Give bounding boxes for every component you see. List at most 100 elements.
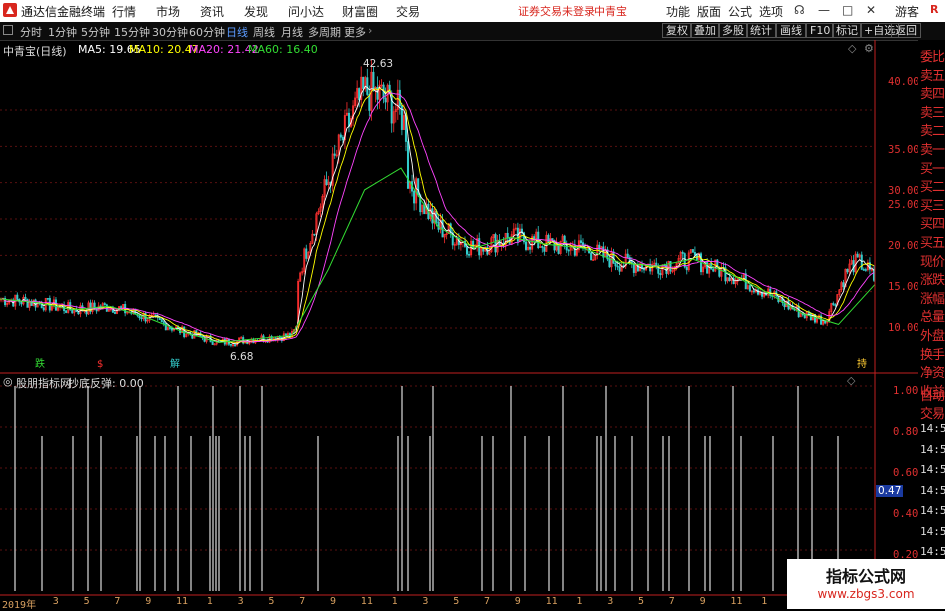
quote-field-label: 卖三 — [920, 105, 945, 121]
tick-time: 14:56 — [920, 545, 945, 558]
candle — [368, 94, 371, 111]
diamond-icon[interactable]: ◇ — [848, 42, 856, 55]
candle — [26, 298, 29, 308]
indicator-toggle-icon[interactable]: ◎ — [3, 375, 13, 388]
candle — [856, 253, 859, 258]
indicator-current-value: 0.47 — [876, 485, 904, 497]
trade-panel-label[interactable]: 自动 — [920, 385, 945, 404]
diamond-icon-lower[interactable]: ◇ — [847, 374, 855, 387]
menu-jiaoyi[interactable]: 交易 — [396, 3, 420, 20]
candle — [160, 319, 163, 322]
biaoji-button[interactable]: 标记 — [832, 23, 862, 38]
x-tick-label: 7 — [484, 596, 491, 607]
trade-panel-label[interactable]: 交易 — [920, 403, 945, 422]
candle — [120, 306, 123, 308]
candle — [113, 312, 116, 314]
period-fenshi[interactable]: 分时 — [20, 24, 42, 40]
candle — [333, 153, 336, 156]
high-price-label: 42.63 — [363, 58, 394, 70]
more-chevron-icon[interactable]: › — [368, 24, 372, 37]
ma5-line — [0, 85, 875, 345]
event-marker-chi[interactable]: 持 — [857, 360, 867, 370]
menu-shichang[interactable]: 市场 — [156, 3, 180, 20]
period-30min[interactable]: 30分钟 — [152, 24, 188, 40]
y-tick-35: 35.00 — [888, 144, 920, 156]
candle — [494, 234, 497, 253]
chart-area[interactable]: 中青宝(日线) MA5: 19.65 MA10: 20.47 MA20: 21.… — [0, 40, 920, 609]
tick-time: 14:56 — [920, 524, 945, 538]
close-icon[interactable]: ✕ — [866, 3, 876, 17]
candle — [626, 253, 629, 258]
f10-button[interactable]: F10 — [806, 23, 835, 38]
login-notice[interactable]: 证券交易未登录 — [518, 3, 595, 19]
x-tick-label: 11 — [545, 596, 558, 607]
candle — [547, 234, 550, 243]
period-multi[interactable]: 多周期 — [308, 24, 341, 40]
period-1min[interactable]: 1分钟 — [48, 24, 77, 40]
toggle-panel-icon[interactable] — [3, 25, 13, 35]
maximize-icon[interactable]: □ — [842, 3, 853, 17]
candle — [278, 336, 281, 339]
menu-gongneng[interactable]: 功能 — [666, 3, 690, 20]
back-button[interactable]: 返回 — [891, 23, 921, 38]
period-5min[interactable]: 5分钟 — [81, 24, 110, 40]
tongji-button[interactable]: 统计 — [746, 23, 776, 38]
candle — [341, 136, 344, 141]
guest-label[interactable]: 游客 — [895, 3, 919, 20]
duogu-button[interactable]: 多股 — [718, 23, 748, 38]
candle — [834, 304, 837, 306]
period-day[interactable]: 日线 — [226, 24, 248, 40]
watermark-url: www.zbgs3.com — [817, 587, 915, 601]
period-60min[interactable]: 60分钟 — [189, 24, 225, 40]
candle — [608, 258, 611, 268]
candle — [537, 231, 540, 249]
x-tick-label: 11 — [176, 596, 189, 607]
huaxian-button[interactable]: 画线 — [776, 23, 806, 38]
ind-tick-040: 0.40 — [893, 508, 919, 520]
candle — [872, 269, 875, 281]
x-tick-label: 3 — [422, 596, 429, 607]
candle — [846, 268, 849, 273]
period-month[interactable]: 月线 — [281, 24, 303, 40]
event-marker-die[interactable]: 跌 — [35, 360, 45, 370]
candle — [437, 221, 440, 230]
candle — [614, 263, 617, 267]
candle — [140, 317, 143, 320]
menu-banmian[interactable]: 版面 — [697, 3, 721, 20]
event-marker-jie[interactable]: 解 — [170, 360, 180, 370]
y-tick-25: 25.00 — [888, 199, 920, 211]
menu-gongshi[interactable]: 公式 — [728, 3, 752, 20]
period-toolbar: 分时 1分钟 5分钟 15分钟 30分钟 60分钟 日线 周线 月线 多周期 更… — [0, 22, 945, 41]
tick-time: 14:56 — [920, 463, 945, 476]
candle — [712, 268, 715, 272]
settings-gear-icon[interactable]: ⚙ — [864, 42, 874, 55]
quote-field-label: 买五 — [920, 236, 945, 251]
headset-icon[interactable]: ☊ — [794, 3, 805, 17]
candle — [406, 141, 410, 189]
candle — [693, 252, 696, 256]
menu-caifuquan[interactable]: 财富圈 — [342, 3, 378, 20]
r-badge: R — [930, 3, 939, 16]
quote-field-label: 现价 — [920, 254, 945, 270]
tick-time: 14:56 — [920, 442, 945, 456]
candle — [803, 314, 806, 319]
diejia-button[interactable]: 叠加 — [690, 23, 720, 38]
minimize-icon[interactable]: — — [818, 3, 830, 17]
quote-field-label: 净资 — [920, 366, 945, 382]
menu-zixun[interactable]: 资讯 — [200, 3, 224, 20]
candle — [46, 298, 49, 300]
app-title: 通达信金融终端 — [21, 5, 106, 19]
event-marker-dollar[interactable]: $ — [97, 360, 103, 370]
menu-faxian[interactable]: 发现 — [244, 3, 268, 20]
candle — [616, 265, 619, 268]
menu-hangqing[interactable]: 行情 — [112, 3, 136, 20]
period-week[interactable]: 周线 — [253, 24, 275, 40]
fuquan-button[interactable]: 复权 — [662, 23, 692, 38]
price-chart[interactable] — [0, 40, 918, 609]
candle — [590, 252, 593, 261]
menu-wenxiaoda[interactable]: 问小达 — [288, 3, 324, 20]
x-tick-label: 5 — [268, 596, 275, 607]
menu-xuanxiang[interactable]: 选项 — [759, 3, 783, 20]
period-15min[interactable]: 15分钟 — [114, 24, 150, 40]
period-more[interactable]: 更多 — [344, 24, 366, 40]
